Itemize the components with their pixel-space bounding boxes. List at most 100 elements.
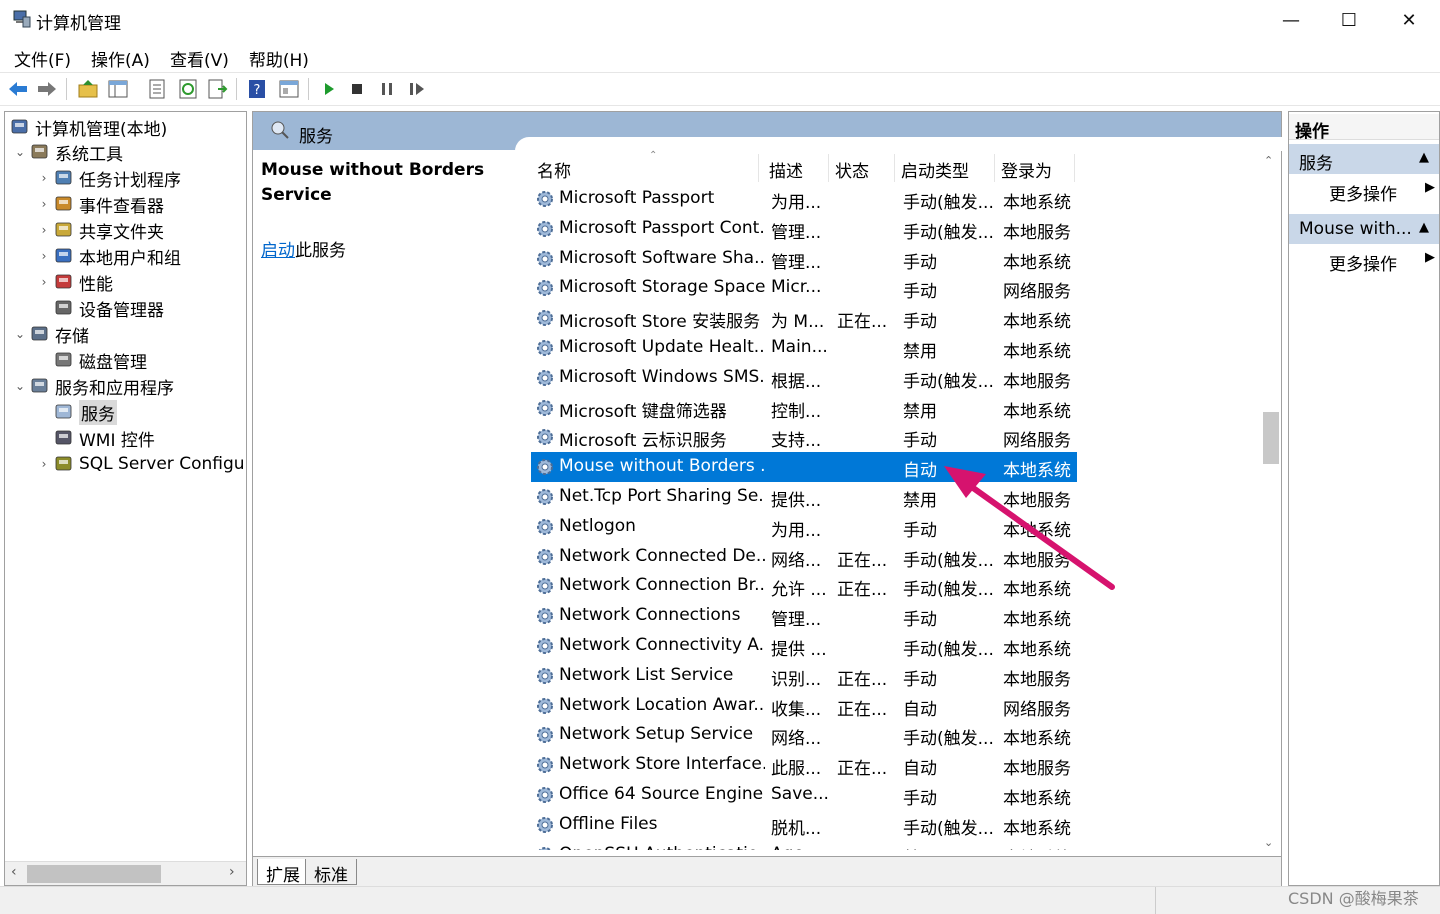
table-row[interactable]: Network Connection Br... 允许 ... 正在... 手动(触发… xyxy=(531,571,1077,601)
column-header-startup-type[interactable]: 启动类型 xyxy=(895,154,995,182)
menu-file[interactable]: 文件(F) xyxy=(4,42,81,72)
table-row[interactable]: Network Connectivity A... 提供 ... 手动(触发... 本… xyxy=(531,631,1077,661)
column-header-name[interactable]: 名称 ⌃ xyxy=(531,150,759,182)
table-row[interactable]: Microsoft 云标识服务 支持... 手动 网络服务 xyxy=(531,422,1077,452)
scroll-right-icon[interactable]: › xyxy=(229,864,235,880)
actions-title: 操作 xyxy=(1289,114,1439,142)
scroll-thumb[interactable] xyxy=(1263,412,1279,464)
tree-item[interactable]: › 性能 xyxy=(35,269,113,295)
table-row[interactable]: Microsoft Store 安装服务为 M... 正在... 手动 本地系统 xyxy=(531,303,1077,333)
service-name: Microsoft Passport Cont... xyxy=(559,217,765,238)
table-row[interactable]: OpenSSH Authenticatio... Age... 禁用本地系统 xyxy=(531,840,1077,850)
tree-item[interactable]: › 事件查看器 xyxy=(35,191,164,217)
tree-item[interactable]: › 任务计划程序 xyxy=(35,165,181,191)
back-arrow-icon[interactable] xyxy=(7,78,29,100)
table-row[interactable]: Microsoft Windows SMS... 根据... 手动(触发... 本地服… xyxy=(531,363,1077,393)
service-logon-as: 网络服务 xyxy=(1003,431,1071,452)
table-row[interactable]: Net.Tcp Port Sharing Se... 提供... 禁用 本地服务 xyxy=(531,482,1077,512)
collapsed-chevron-icon[interactable]: › xyxy=(35,249,53,263)
tree-item[interactable]: ⌄ 系统工具 xyxy=(11,139,123,165)
tab-standard[interactable]: 标准 xyxy=(305,859,357,886)
table-row[interactable]: Offline Files 脱机... 手动(触发... 本地系统 xyxy=(531,810,1077,840)
view-icon[interactable] xyxy=(278,78,300,100)
table-row[interactable]: Network Connections 管理... 手动 本地系统 xyxy=(531,601,1077,631)
collapsed-chevron-icon[interactable]: › xyxy=(35,275,53,289)
table-row[interactable]: Microsoft Software Sha... 管理... 手动 本地系统 xyxy=(531,244,1077,274)
table-row[interactable]: Microsoft Storage Space... Micr... 手动 网络服务 xyxy=(531,273,1077,303)
vertical-scrollbar[interactable]: ⌃ ⌄ xyxy=(1259,150,1281,856)
more-actions-selected-service[interactable]: 更多操作 ▶ xyxy=(1329,250,1435,275)
actions-group-services[interactable]: 服务 ▲ xyxy=(1289,144,1439,174)
collapsed-chevron-icon[interactable]: › xyxy=(35,171,53,185)
forward-arrow-icon[interactable] xyxy=(36,78,58,100)
tree-item[interactable]: ⌄ 存储 xyxy=(11,321,89,347)
column-header-logon-as[interactable]: 登录为 xyxy=(995,154,1075,182)
tree-item[interactable]: ⌄ 服务和应用程序 xyxy=(11,373,174,399)
stop-service-icon[interactable] xyxy=(346,78,368,100)
tree-item[interactable]: 计算机管理(本地) xyxy=(7,114,167,140)
menu-action[interactable]: 操作(A) xyxy=(81,42,160,72)
show-hide-tree-icon[interactable] xyxy=(107,78,129,100)
table-row[interactable]: Microsoft Passport 为用... 手动(触发... 本地系统 xyxy=(531,184,1077,214)
start-service-link[interactable]: 启动 xyxy=(261,241,295,261)
service-logon-as: 本地系统 xyxy=(1003,312,1071,333)
menu-help[interactable]: 帮助(H) xyxy=(239,42,319,72)
expanded-chevron-icon[interactable]: ⌄ xyxy=(11,327,29,341)
minimize-button[interactable]: — xyxy=(1262,0,1320,40)
scroll-down-icon[interactable]: ⌄ xyxy=(1264,836,1273,849)
table-row[interactable]: Microsoft Passport Cont... 管理... 手动(触发... 本… xyxy=(531,214,1077,244)
scroll-up-icon[interactable]: ⌃ xyxy=(1264,154,1273,167)
service-name: OpenSSH Authenticatio... xyxy=(559,844,765,850)
maximize-button[interactable]: ☐ xyxy=(1320,0,1378,40)
pause-service-icon[interactable] xyxy=(376,78,398,100)
horizontal-scrollbar[interactable]: ‹ › xyxy=(5,861,246,885)
tree-item[interactable]: › SQL Server Configura xyxy=(35,451,246,477)
tree-item[interactable]: WMI 控件 xyxy=(35,425,155,451)
table-row-selected[interactable]: Mouse without Borders ... 自动 本地系统 xyxy=(531,452,1077,483)
expanded-chevron-icon[interactable]: ⌄ xyxy=(11,379,29,393)
more-actions-services[interactable]: 更多操作 ▶ xyxy=(1329,180,1435,205)
table-row[interactable]: Network Setup Service 网络... 手动(触发... 本地系统 xyxy=(531,720,1077,750)
collapse-up-icon[interactable]: ▲ xyxy=(1419,220,1429,235)
export-list-icon[interactable] xyxy=(206,78,228,100)
service-description: 支持... xyxy=(771,431,822,452)
scroll-thumb[interactable] xyxy=(27,865,161,883)
table-row[interactable]: Network List Service 识别... 正在... 手动 本地服务 xyxy=(531,661,1077,691)
tree-item[interactable]: 服务 xyxy=(35,399,117,425)
tree-item[interactable]: › 本地用户和组 xyxy=(35,243,181,269)
local-users-icon xyxy=(53,246,75,266)
actions-group-selected-service[interactable]: Mouse with... ▲ xyxy=(1289,214,1439,244)
service-startup-type: 手动(触发... xyxy=(903,818,994,839)
table-row[interactable]: Network Store Interface... 此服... 正在... 自动 本地… xyxy=(531,750,1077,780)
table-row[interactable]: Office 64 Source Engine Save... 手动 本地系统 xyxy=(531,780,1077,810)
tab-extended[interactable]: 扩展 xyxy=(257,859,309,886)
up-folder-icon[interactable] xyxy=(77,78,99,100)
collapsed-chevron-icon[interactable]: › xyxy=(35,223,53,237)
table-row[interactable]: Microsoft 键盘筛选器 控制... 禁用 本地系统 xyxy=(531,393,1077,423)
services-apps-icon xyxy=(29,376,51,396)
help-icon[interactable]: ? xyxy=(246,78,268,100)
menu-view[interactable]: 查看(V) xyxy=(160,42,239,72)
table-row[interactable]: Network Connected De... 网络... 正在... 手动(触发..… xyxy=(531,542,1077,572)
tree-item[interactable]: 磁盘管理 xyxy=(35,347,147,373)
table-row[interactable]: Network Location Awar... 收集... 正在... 自动 网络服务 xyxy=(531,691,1077,721)
tree-item[interactable]: › 共享文件夹 xyxy=(35,217,164,243)
close-button[interactable]: ✕ xyxy=(1380,0,1438,40)
tree-item[interactable]: 设备管理器 xyxy=(35,295,164,321)
table-row[interactable]: Microsoft Update Healt... Main... 禁用 本地系统 xyxy=(531,333,1077,363)
column-header-description[interactable]: 描述 xyxy=(763,154,829,182)
expanded-chevron-icon[interactable]: ⌄ xyxy=(11,145,29,159)
start-service-icon[interactable] xyxy=(318,78,340,100)
collapsed-chevron-icon[interactable]: › xyxy=(35,197,53,211)
column-header-status[interactable]: 状态 xyxy=(829,154,895,182)
service-startup-type: 自动 xyxy=(903,461,937,482)
refresh-icon[interactable] xyxy=(177,78,199,100)
service-gear-icon xyxy=(535,278,555,298)
table-row[interactable]: Netlogon 为用... 手动 本地系统 xyxy=(531,512,1077,542)
scroll-left-icon[interactable]: ‹ xyxy=(11,864,17,880)
service-status: 正在... xyxy=(837,312,888,333)
properties-icon[interactable] xyxy=(146,78,168,100)
collapse-up-icon[interactable]: ▲ xyxy=(1419,150,1429,165)
restart-service-icon[interactable] xyxy=(406,78,428,100)
collapsed-chevron-icon[interactable]: › xyxy=(35,457,53,471)
